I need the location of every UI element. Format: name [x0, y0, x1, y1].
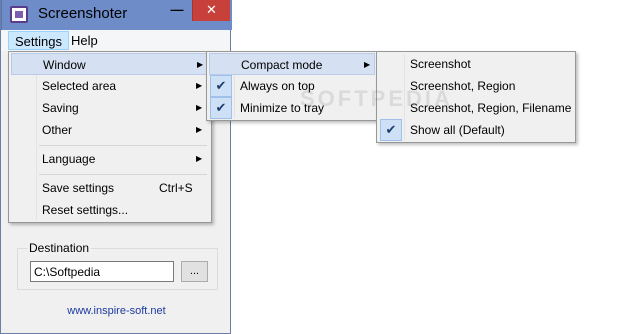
menu-item-minimize-to-tray[interactable]: ✔ Minimize to tray — [209, 97, 375, 119]
title-bar[interactable]: Screenshoter — ✕ — [1, 0, 232, 30]
menu-item-other[interactable]: Other ▶ — [11, 119, 209, 141]
menu-item-language[interactable]: Language ▶ — [11, 148, 209, 170]
app-icon[interactable] — [10, 6, 28, 23]
menu-help[interactable]: Help — [65, 31, 104, 50]
checkmark-icon: ✔ — [210, 75, 232, 97]
menu-item-label: Screenshot — [410, 57, 471, 71]
browse-button[interactable]: ... — [181, 261, 208, 282]
menu-item-reset-settings[interactable]: Reset settings... — [11, 199, 209, 221]
menu-item-label: Minimize to tray — [240, 101, 325, 115]
menu-item-window[interactable]: Window ▶ — [11, 53, 209, 75]
menu-item-label: Show all (Default) — [410, 123, 505, 137]
submenu-arrow-icon: ▶ — [364, 60, 371, 69]
menu-item-label: Language — [42, 152, 96, 166]
menu-item-selected-area[interactable]: Selected area ▶ — [11, 75, 209, 97]
menu-item-label: Selected area — [42, 79, 117, 93]
menu-separator — [39, 145, 207, 146]
menu-item-screenshot-region[interactable]: Screenshot, Region — [379, 75, 573, 97]
submenu-arrow-icon: ▶ — [196, 154, 203, 163]
menu-item-label: Window — [43, 58, 86, 72]
menu-item-shortcut: Ctrl+S — [159, 181, 193, 195]
destination-label: Destination — [27, 241, 92, 255]
menu-item-save-settings[interactable]: Save settings Ctrl+S — [11, 177, 209, 199]
minimize-button[interactable]: — — [165, 0, 189, 21]
menu-item-label: Compact mode — [241, 58, 323, 72]
destination-input[interactable] — [30, 261, 174, 282]
checkmark-icon: ✔ — [380, 119, 402, 141]
menu-item-label: Screenshot, Region, Filename — [410, 101, 572, 115]
checkmark-icon: ✔ — [210, 97, 232, 119]
window-submenu: Compact mode ▶ ✔ Always on top ✔ Minimiz… — [206, 51, 378, 121]
menu-item-label: Save settings — [42, 181, 115, 195]
menu-item-screenshot-region-filename[interactable]: Screenshot, Region, Filename — [379, 97, 573, 119]
menu-item-screenshot[interactable]: Screenshot — [379, 53, 573, 75]
close-button[interactable]: ✕ — [192, 0, 230, 21]
menu-item-label: Screenshot, Region — [410, 79, 516, 93]
submenu-arrow-icon: ▶ — [196, 125, 203, 134]
compact-mode-submenu: Screenshot Screenshot, Region Screenshot… — [376, 51, 576, 143]
menu-item-label: Other — [42, 123, 73, 137]
submenu-arrow-icon: ▶ — [196, 103, 203, 112]
submenu-arrow-icon: ▶ — [196, 81, 203, 90]
menu-item-label: Saving — [42, 101, 79, 115]
menu-item-label: Always on top — [240, 79, 315, 93]
menu-item-label: Reset settings... — [42, 203, 129, 217]
menu-item-compact-mode[interactable]: Compact mode ▶ — [209, 53, 375, 75]
window-title: Screenshoter — [38, 5, 128, 22]
website-link[interactable]: www.inspire-soft.net — [1, 305, 232, 317]
settings-menu: Window ▶ Selected area ▶ Saving ▶ Other … — [8, 51, 212, 223]
menu-item-saving[interactable]: Saving ▶ — [11, 97, 209, 119]
menu-item-always-on-top[interactable]: ✔ Always on top — [209, 75, 375, 97]
submenu-arrow-icon: ▶ — [197, 60, 204, 69]
menu-separator — [39, 174, 207, 175]
menu-settings[interactable]: Settings — [8, 31, 69, 50]
menu-bar: Settings Help — [1, 30, 230, 51]
menu-item-show-all[interactable]: ✔ Show all (Default) — [379, 119, 573, 141]
